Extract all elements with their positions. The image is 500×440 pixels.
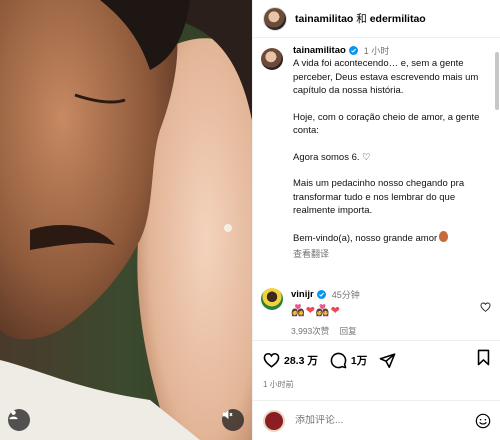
mute-button[interactable] — [222, 409, 244, 431]
like-count[interactable]: 28.3 万 — [284, 353, 318, 368]
comment-like-heart-icon[interactable] — [480, 302, 491, 312]
comment-bubble-icon — [330, 352, 347, 368]
and-label: 和 — [356, 13, 367, 25]
caption-paragraph-4: Mais um pedacinho nosso chegando pra tra… — [293, 178, 465, 216]
verified-badge-icon — [316, 290, 326, 299]
verified-badge-icon — [348, 46, 358, 55]
heart-emoji: ❤ — [330, 304, 340, 317]
commenter-username[interactable]: vinijr — [291, 289, 314, 300]
save-button[interactable] — [476, 349, 491, 371]
caption-paragraph-3: Agora somos 6. ♡ — [293, 151, 371, 163]
current-user-avatar — [263, 409, 285, 432]
comment-input[interactable] — [295, 415, 445, 426]
heart-icon — [263, 352, 280, 368]
post-authors: tainamilitao 和 edermilitao — [295, 11, 426, 26]
comment-button[interactable]: 1万 — [330, 352, 367, 369]
reply-button[interactable]: 回复 — [340, 326, 357, 336]
posted-time: 1 小时前 — [263, 380, 294, 389]
post-photo[interactable] — [0, 0, 252, 440]
comment-text: 👩‍❤️‍👩 ❤ 👩‍❤️‍👩 ❤ — [291, 303, 497, 317]
caption-paragraph-1: A vida foi acontecendo… e, sem a gente p… — [293, 58, 479, 96]
share-button[interactable] — [379, 352, 400, 369]
like-button[interactable]: 28.3 万 — [263, 352, 318, 368]
caption-avatar[interactable] — [261, 48, 283, 70]
tagged-users-button[interactable] — [8, 409, 30, 431]
caption-paragraph-2: Hoje, com o coração cheio de amor, a gen… — [293, 111, 480, 137]
commenter-avatar[interactable] — [261, 288, 283, 310]
post-actions: 28.3 万 1万 1 小时前 — [253, 340, 500, 390]
post-header: tainamilitao 和 edermilitao — [253, 0, 500, 38]
caption-paragraph-5-text: Bem-vindo(a), nosso grande amor — [293, 232, 438, 244]
caption-username[interactable]: tainamilitao — [293, 45, 346, 56]
post-details-panel: tainamilitao 和 edermilitao tainamilitao … — [252, 0, 500, 440]
speaker-muted-icon — [222, 409, 233, 420]
author-username-2[interactable]: edermilitao — [370, 13, 426, 25]
caption-time: 1 小时 — [363, 46, 390, 56]
caption-paragraph-5: Bem-vindo(a), nosso grande amor — [293, 230, 493, 246]
send-icon — [379, 352, 396, 368]
add-comment-bar — [253, 400, 500, 440]
bookmark-icon — [477, 349, 490, 366]
emoji-picker-icon[interactable] — [475, 413, 491, 429]
author-avatar[interactable] — [263, 6, 287, 31]
comment-item: vinijr 45分钟 👩‍❤️‍👩 ❤ 👩‍❤️‍👩 ❤ 3,993次赞 回复 — [261, 288, 497, 337]
author-username-1[interactable]: tainamilitao — [295, 13, 353, 25]
post-caption: tainamilitao 1 小时 A vida foi acontecendo… — [261, 44, 493, 274]
baby-emoji-icon — [439, 230, 449, 242]
heart-emoji: ❤ — [305, 304, 315, 317]
comment-likes[interactable]: 3,993次赞 — [291, 326, 329, 336]
see-translation-link[interactable]: 查看翻译 — [293, 247, 493, 260]
photo-image — [0, 0, 252, 440]
comment-time: 45分钟 — [331, 290, 360, 300]
couple-emoji: 👩‍❤️‍👩 — [315, 304, 330, 317]
scrollbar-thumb[interactable] — [495, 52, 499, 110]
user-icon — [9, 410, 18, 420]
comment-count[interactable]: 1万 — [351, 353, 367, 368]
couple-emoji: 👩‍❤️‍👩 — [291, 304, 305, 317]
